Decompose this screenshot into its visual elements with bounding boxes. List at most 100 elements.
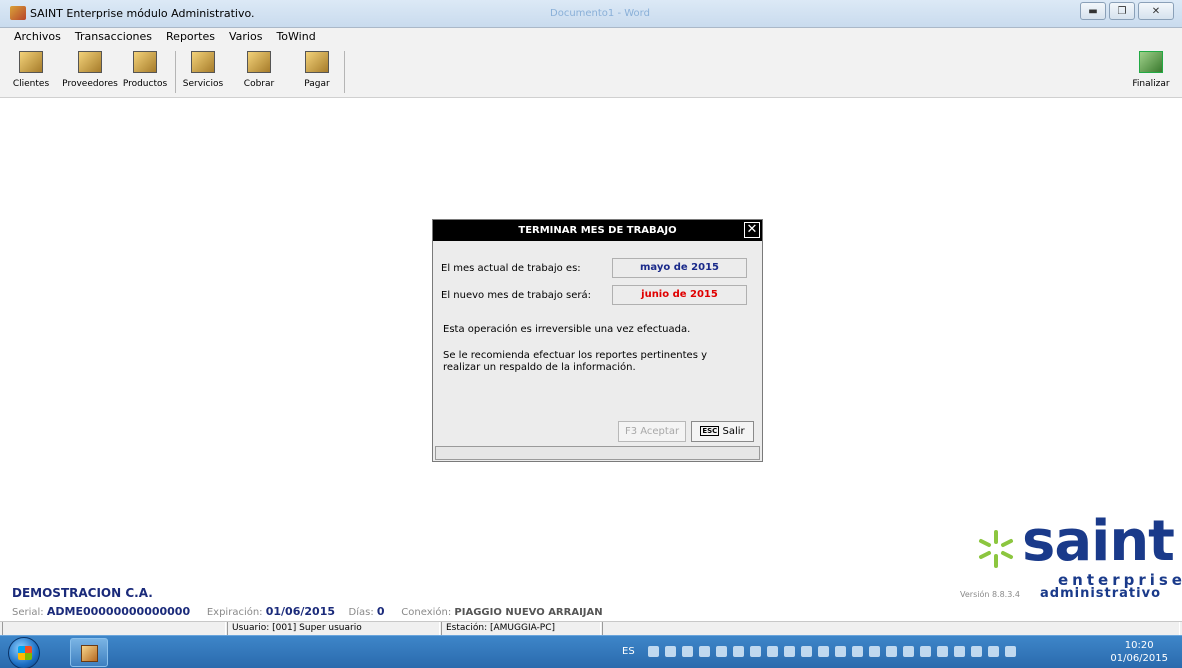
menu-transacciones[interactable]: Transacciones	[69, 28, 160, 45]
recommendation-text-line-2: realizar un respaldo de la información.	[443, 362, 636, 373]
display-icon[interactable]	[886, 646, 897, 657]
clock-date: 01/06/2015	[1110, 653, 1168, 664]
days-label: Días:	[348, 607, 374, 618]
taskbar-app-saint[interactable]	[70, 638, 108, 667]
tray-app-icon[interactable]	[750, 646, 761, 657]
chrome-icon[interactable]	[699, 646, 710, 657]
volume-icon[interactable]	[971, 646, 982, 657]
tray-app-icon[interactable]	[920, 646, 931, 657]
clock-time: 10:20	[1124, 640, 1154, 651]
connection-label: Conexión:	[401, 607, 452, 618]
accept-button[interactable]: F3 Aceptar	[618, 421, 686, 442]
window-controls: ▬ ❐ ✕	[1080, 2, 1174, 20]
tray-app-icon[interactable]	[784, 646, 795, 657]
services-icon	[191, 51, 215, 73]
toolbar-button-servicios[interactable]: Servicios	[180, 49, 226, 95]
background-window-title: Documento1 - Word	[550, 8, 650, 19]
dialog-title: TERMINAR MES DE TRABAJO	[433, 220, 762, 241]
toolbar-label: Cobrar	[243, 79, 275, 89]
taskbar: ES 10:20 01/06/2015	[0, 635, 1182, 668]
module-name: administrativo	[1040, 586, 1162, 601]
esc-key-icon: ESC	[700, 426, 720, 436]
clients-icon	[19, 51, 43, 73]
toolbar-button-cobrar[interactable]: Cobrar	[236, 49, 282, 95]
toolbar-label: Productos	[122, 79, 168, 89]
toolbar-button-proveedores[interactable]: Proveedores	[62, 49, 118, 95]
windows-logo-icon	[18, 646, 32, 660]
signal-icon[interactable]	[954, 646, 965, 657]
start-button[interactable]	[8, 637, 40, 668]
maximize-button[interactable]: ❐	[1109, 2, 1135, 20]
flag-icon[interactable]	[988, 646, 999, 657]
dialog-close-button[interactable]: ✕	[744, 222, 760, 238]
toolbar-label: Pagar	[304, 79, 330, 89]
toolbar-label: Servicios	[182, 79, 224, 89]
minimize-icon: ▬	[1088, 5, 1098, 17]
pay-icon	[305, 51, 329, 73]
tray-icons	[648, 646, 1016, 657]
tray-app-icon[interactable]	[767, 646, 778, 657]
tray-app-icon[interactable]	[835, 646, 846, 657]
new-month-label: El nuevo mes de trabajo será:	[441, 290, 591, 301]
menu-varios[interactable]: Varios	[223, 28, 270, 45]
products-icon	[133, 51, 157, 73]
finalizar-button[interactable]: Finalizar	[1128, 49, 1174, 95]
new-month-value: junio de 2015	[612, 285, 747, 305]
tray-app-icon[interactable]	[852, 646, 863, 657]
tray-app-icon[interactable]	[716, 646, 727, 657]
toolbar-label: Proveedores	[62, 79, 118, 89]
menu-archivos[interactable]: Archivos	[8, 28, 69, 45]
status-station: Estación: [AMUGGIA-PC]	[441, 622, 601, 636]
version-text: Versión 8.8.3.4	[960, 590, 1020, 599]
exit-door-icon	[1139, 51, 1163, 73]
close-button[interactable]: ✕	[1138, 2, 1174, 20]
app-icon	[10, 6, 26, 20]
mail-icon[interactable]	[733, 646, 744, 657]
current-month-value: mayo de 2015	[612, 258, 747, 278]
toolbar-label: Clientes	[12, 79, 50, 89]
end-month-dialog: TERMINAR MES DE TRABAJO ✕ El mes actual …	[432, 219, 763, 462]
bluetooth-icon[interactable]	[648, 646, 659, 657]
warning-text: Esta operación es irreversible una vez e…	[443, 324, 691, 335]
tray-app-icon[interactable]	[869, 646, 880, 657]
tray-app-icon[interactable]	[1005, 646, 1016, 657]
dialog-status-bar	[435, 446, 760, 460]
menu-towind[interactable]: ToWind	[270, 28, 323, 45]
status-user: Usuario: [001] Super usuario	[227, 622, 440, 636]
connection-value: PIAGGIO NUEVO ARRAIJAN	[454, 607, 603, 618]
menu-reportes[interactable]: Reportes	[160, 28, 223, 45]
current-month-label: El mes actual de trabajo es:	[441, 263, 581, 274]
network-icon[interactable]	[937, 646, 948, 657]
expiration-label: Expiración:	[206, 607, 263, 618]
collect-icon	[247, 51, 271, 73]
window-title: SAINT Enterprise módulo Administrativo.	[30, 7, 255, 20]
toolbar-label: Finalizar	[1132, 79, 1170, 89]
bluetooth-icon[interactable]	[818, 646, 829, 657]
tray-app-icon[interactable]	[903, 646, 914, 657]
toolbar-button-productos[interactable]: Productos	[122, 49, 168, 95]
system-tray: ES 10:20 01/06/2015	[598, 636, 1182, 668]
toolbar-button-clientes[interactable]: Clientes	[8, 49, 54, 95]
status-bar: Usuario: [001] Super usuario Estación: […	[0, 621, 1182, 636]
language-indicator[interactable]: ES	[622, 646, 635, 657]
status-cell-extra	[602, 622, 1180, 636]
menu-bar: Archivos Transacciones Reportes Varios T…	[0, 28, 1182, 45]
window-titlebar[interactable]: SAINT Enterprise módulo Administrativo. …	[0, 0, 1182, 28]
serial-value: ADME00000000000000	[46, 605, 191, 618]
suppliers-icon	[78, 51, 102, 73]
days-value: 0	[376, 605, 385, 618]
minimize-button[interactable]: ▬	[1080, 2, 1106, 20]
tray-app-icon[interactable]	[682, 646, 693, 657]
toolbar: Clientes Proveedores Productos Servicios…	[0, 45, 1182, 98]
serial-label: Serial:	[12, 607, 44, 618]
toolbar-button-pagar[interactable]: Pagar	[294, 49, 340, 95]
saint-star-logo-icon	[979, 530, 1013, 568]
exit-button-label: Salir	[722, 426, 745, 437]
saint-app-icon	[81, 645, 98, 662]
tray-app-icon[interactable]	[665, 646, 676, 657]
clock[interactable]: 10:20 01/06/2015	[1110, 639, 1168, 665]
tray-app-icon[interactable]	[801, 646, 812, 657]
toolbar-separator	[175, 51, 176, 93]
exit-button[interactable]: ESC Salir	[691, 421, 754, 442]
company-name: DEMOSTRACION C.A.	[12, 586, 153, 600]
